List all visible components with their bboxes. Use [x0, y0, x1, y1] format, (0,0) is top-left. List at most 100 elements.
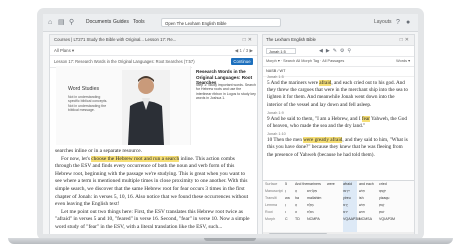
lesson-pager[interactable]: ◀ 1 / 3 ▶ [235, 46, 253, 55]
help-icon[interactable]: ? [396, 14, 400, 31]
bible-tab[interactable]: The Lexham English Bible □✕ [263, 35, 414, 46]
interlinear-cell[interactable]: mallahim [307, 195, 321, 202]
interlinear-cell[interactable]: yizaqu [379, 195, 389, 202]
top-toolbar: ⌂ ▤ ⚲ Documents Guides Tools Open The Le… [43, 14, 418, 32]
interlinear-cell[interactable]: NCMPA [307, 216, 320, 223]
video-area: Word Studies Not in understanding specif… [50, 66, 257, 145]
home-icon[interactable]: ⌂ [48, 14, 52, 31]
interlinear-cell[interactable]: מַלָּח [307, 202, 314, 209]
lesson-duration: (7:57) [183, 59, 195, 64]
interlinear-row: Manuscript וַ הַ מַּלָּחִים יִירְאוּ אִישׁ יִז… [263, 188, 414, 195]
summary-text: Step 1: Study important words. Search fo… [196, 83, 256, 100]
lesson-video[interactable]: Word Studies Not in understanding specif… [56, 66, 191, 145]
interlinear-cell[interactable]: זָעַק [379, 202, 384, 209]
interlinear-cell[interactable]: יִזְעֲקוּ [379, 188, 386, 195]
interlinear-row-label: Morph [265, 217, 276, 221]
interlinear-row-label: Root [265, 210, 273, 214]
panel-menu-icons[interactable]: □✕ [400, 35, 411, 45]
interlinear-cell[interactable]: yireu [343, 195, 351, 202]
interlinear-row: Root ו ה מלח ירא איש זעק [263, 209, 414, 216]
interlinear-cell[interactable]: VQIAP3M [379, 216, 395, 223]
interlinear-cell[interactable]: ה [295, 209, 297, 216]
article-paragraph: For now, let's choose the Hebrew root an… [55, 155, 249, 208]
interlinear-cell[interactable]: אִישׁ [359, 202, 365, 209]
interlinear-cell[interactable]: afraid [343, 181, 352, 188]
search-hit[interactable]: afraid [319, 80, 332, 86]
search-bar: Morph ▾ · Search All Morph Tag · All Pas… [263, 57, 414, 67]
interlinear-row-label: Surface [265, 182, 278, 186]
interlinear-cell[interactable]: יָרֵא [343, 202, 348, 209]
interlinear-cell[interactable]: ha [295, 195, 299, 202]
interlinear-cell[interactable]: ירא [343, 209, 348, 216]
morph-search-options[interactable]: Morph ▾ · Search All Morph Tag · All Pas… [266, 59, 344, 63]
interlinear-cell[interactable]: And the [295, 181, 307, 188]
interlinear-cell[interactable]: cried [379, 181, 387, 188]
interlinear-cell[interactable]: and each [359, 181, 374, 188]
words-dropdown[interactable]: Words ▾ [396, 57, 410, 66]
bible-tab-title: The Lexham English Bible [266, 37, 316, 42]
interlinear-cell[interactable]: VQAAP3M [343, 216, 360, 223]
interlinear-cell[interactable]: NCMSA [359, 216, 372, 223]
interlinear-cell[interactable]: זעק [379, 209, 384, 216]
bible-text: Jonah 1:5 5 And the mariners were afraid… [263, 74, 414, 178]
interlinear-cell[interactable]: יִירְאוּ [343, 188, 350, 195]
account-icon[interactable]: ● [406, 14, 410, 31]
interlinear-cell[interactable]: wa [285, 195, 290, 202]
interlinear-row: Surface 5 And the mariners were afraid and eac… [263, 181, 414, 188]
chevron-down-icon: ▾ [71, 48, 75, 53]
course-tab-title: Courses | LT271 Study the Bible with Ori… [54, 37, 177, 42]
article-paragraph: Let me point out two things here: First,… [55, 208, 250, 230]
lesson-summary: Research Words in the Original Languages… [192, 66, 257, 145]
scroll-thumb[interactable] [269, 233, 327, 234]
interlinear-cell[interactable]: 5 [285, 181, 287, 188]
page-indicator: 1 / 3 [239, 48, 249, 53]
lesson-title: Lesson 17: Research Words in the Origina… [54, 59, 183, 64]
interlinear-cell[interactable]: ish [359, 195, 364, 202]
laptop-notch [204, 238, 256, 241]
lesson-article: searches inline or in a separate resourc… [50, 148, 257, 234]
verse: 9 And he said to them, "I am a Hebrew, a… [267, 115, 407, 130]
interlinear-cell[interactable]: מַּלָּחִים [307, 188, 317, 195]
layouts-menu[interactable]: Layouts [374, 14, 392, 31]
slide-title: Word Studies [68, 86, 100, 92]
slide-text: Not in understanding specific biblical c… [68, 95, 108, 112]
interlinear-cell[interactable]: וַ [285, 188, 286, 195]
interlinear-cell[interactable]: אִישׁ [359, 188, 365, 195]
article-paragraph: searches inline or in a separate resourc… [55, 148, 142, 154]
search-icon[interactable]: ⚲ [69, 14, 74, 31]
bible-nav: Jonah 1:5 ◀▶✎⚙⚲ [263, 46, 414, 57]
search-hit[interactable]: were greatly afraid [303, 137, 343, 144]
interlinear-ribbon[interactable]: Surface 5 And the mariners were afraid and eac… [263, 180, 414, 234]
course-tab[interactable]: Courses | LT271 Study the Bible with Ori… [50, 35, 257, 46]
menu-tools[interactable]: Tools [133, 14, 145, 31]
interlinear-row-label: Translit [265, 196, 277, 200]
command-box[interactable]: Open The Lexham English Bible [161, 18, 281, 27]
interlinear-cell[interactable]: mariners [307, 181, 321, 188]
interlinear-cell[interactable]: TD [295, 216, 300, 223]
verse: 10 Then the men were greatly afraid, and… [267, 137, 408, 158]
horizontal-scrollbar[interactable] [263, 232, 414, 234]
plans-bar: All Plans ▾ ◀ 1 / 3 ▶ [50, 46, 257, 56]
interlinear-cell[interactable]: וְ [285, 202, 286, 209]
interlinear-cell[interactable]: ו [285, 209, 286, 216]
interlinear-cell[interactable]: איש [359, 209, 365, 216]
interlinear-cell[interactable]: were [327, 181, 335, 188]
interlinear-cell[interactable]: C [285, 216, 288, 223]
interlinear-cell[interactable]: מלח [307, 209, 314, 216]
interlinear-cell[interactable]: הַ [295, 188, 297, 195]
library-icon[interactable]: ▤ [58, 14, 65, 31]
menu-documents[interactable]: Documents [86, 14, 111, 31]
reference-input[interactable]: Jonah 1:5 [266, 48, 296, 54]
highlighted-text[interactable]: choose the Hebrew root and run a search [91, 155, 180, 162]
panel-menu-icons[interactable]: □✕ [243, 35, 254, 45]
all-plans-dropdown[interactable]: All Plans [54, 48, 71, 53]
bible-tools[interactable]: ◀▶✎⚙⚲ [319, 46, 354, 56]
course-panel: Courses | LT271 Study the Bible with Ori… [49, 34, 258, 234]
continue-button[interactable]: Continue [231, 58, 253, 65]
verse: 5 And the mariners were afraid, and each… [267, 80, 408, 108]
interlinear-row-label: Lemma [265, 203, 277, 207]
search-hit[interactable]: fear [361, 115, 370, 122]
interlinear-cell[interactable]: הַ [295, 202, 297, 209]
presenter-image [122, 70, 170, 145]
menu-guides[interactable]: Guides [113, 14, 129, 31]
